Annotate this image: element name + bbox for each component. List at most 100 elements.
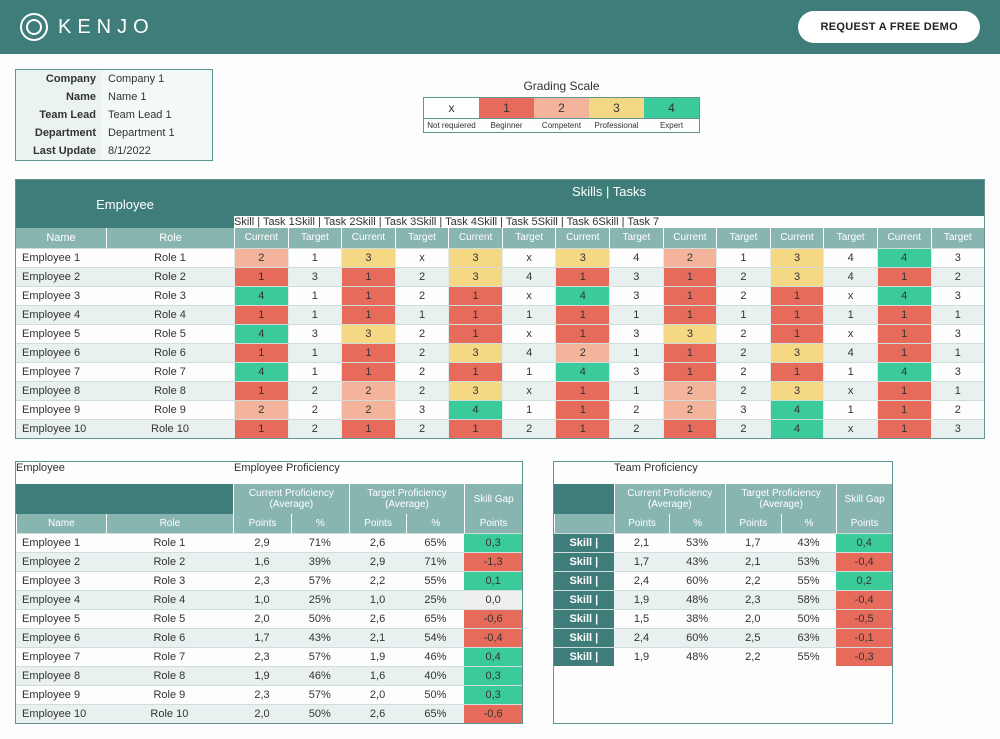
skill-cell: 3: [770, 344, 824, 362]
grading-label: Competent: [534, 118, 589, 132]
skill-cell: 4: [502, 344, 556, 362]
skill-cell: 2: [663, 382, 717, 400]
team-prof-col-header: Points: [614, 514, 670, 533]
skill-cell: 3: [609, 363, 663, 381]
skill-cell: 1: [341, 363, 395, 381]
emp-prof-gap: -1,3: [464, 553, 522, 571]
emp-prof-cpct: 50%: [291, 705, 349, 723]
emp-prof-name: Employee 6: [16, 629, 106, 647]
employee-name: Employee 6: [16, 344, 106, 362]
skill-cell: 1: [823, 401, 877, 419]
skill-cell: 4: [234, 363, 288, 381]
team-prof-col-header: Points: [725, 514, 781, 533]
skill-sub-header: Target: [502, 228, 556, 248]
grading-label: Professional: [589, 118, 644, 132]
emp-prof-tp: 2,2: [349, 572, 407, 590]
skill-cell: 1: [931, 382, 985, 400]
team-prof-cpct: 48%: [669, 591, 725, 609]
skill-cell: 2: [395, 363, 449, 381]
brand-logo: KENJO: [20, 13, 155, 41]
emp-prof-row: Employee 1Role 12,971%2,665%0,3: [16, 533, 522, 552]
emp-prof-cp: 2,0: [233, 610, 291, 628]
emp-prof-cpct: 25%: [291, 591, 349, 609]
grading-title: Grading Scale: [423, 79, 700, 93]
skill-cell: x: [502, 382, 556, 400]
employee-role: Role 7: [106, 363, 234, 381]
skill-cell: 3: [716, 401, 770, 419]
role-header: Role: [106, 228, 234, 248]
skill-cell: 1: [663, 363, 717, 381]
emp-prof-group-target: Target Proficiency (Average): [349, 484, 465, 514]
emp-prof-gap: -0,6: [464, 610, 522, 628]
team-prof-row: Skill |1,538%2,050%-0,5: [554, 609, 892, 628]
team-prof-gap: -0,3: [836, 648, 892, 666]
skill-cell: 1: [770, 287, 824, 305]
skill-cell: 1: [555, 401, 609, 419]
skill-cell: 1: [555, 268, 609, 286]
team-prof-tp: 2,5: [725, 629, 781, 647]
emp-prof-row: Employee 4Role 41,025%1,025%0,0: [16, 590, 522, 609]
emp-prof-group-current: Current Proficiency (Average): [233, 484, 349, 514]
emp-prof-cpct: 46%: [291, 667, 349, 685]
emp-prof-gap: 0,1: [464, 572, 522, 590]
emp-prof-col-header: Role: [106, 514, 233, 533]
meta-value-teamlead: Team Lead 1: [102, 106, 212, 124]
team-prof-skill-label: Skill |: [554, 629, 614, 647]
skill-cell: 4: [877, 363, 931, 381]
skill-cell: 1: [877, 420, 931, 438]
team-prof-cpct: 43%: [669, 553, 725, 571]
emp-prof-tp: 1,0: [349, 591, 407, 609]
team-prof-cpct: 60%: [669, 572, 725, 590]
skill-sub-header: Target: [823, 228, 877, 248]
emp-prof-role: Role 9: [106, 686, 233, 704]
meta-value-lastupdate: 8/1/2022: [102, 142, 212, 160]
skill-cell: 3: [448, 344, 502, 362]
emp-prof-cp: 2,0: [233, 705, 291, 723]
topbar: KENJO REQUEST A FREE DEMO: [0, 0, 1000, 54]
skill-cell: 1: [877, 382, 931, 400]
employee-role: Role 2: [106, 268, 234, 286]
team-prof-gap: -0,4: [836, 591, 892, 609]
skill-sub-header: Current: [770, 228, 824, 248]
emp-prof-name: Employee 10: [16, 705, 106, 723]
team-prof-tp: 2,3: [725, 591, 781, 609]
skill-cell: 3: [663, 325, 717, 343]
skill-cell: 1: [877, 401, 931, 419]
emp-prof-cp: 1,7: [233, 629, 291, 647]
team-prof-skill-label: Skill |: [554, 553, 614, 571]
team-prof-group-current: Current Proficiency (Average): [614, 484, 725, 514]
meta-value-name: Name 1: [102, 88, 212, 106]
skill-row: Employee 8Role 812223x11223x11: [16, 381, 984, 400]
skill-cell: 3: [609, 325, 663, 343]
emp-prof-gap: -0,4: [464, 629, 522, 647]
employee-name: Employee 1: [16, 249, 106, 267]
skill-cell: 1: [502, 363, 556, 381]
skill-cell: 3: [288, 325, 342, 343]
skill-cell: 4: [877, 287, 931, 305]
skill-cell: 2: [663, 249, 717, 267]
grading-num: 4: [644, 98, 699, 118]
emp-prof-cp: 1,9: [233, 667, 291, 685]
team-prof-skill-label: Skill |: [554, 648, 614, 666]
skill-cell: 3: [770, 382, 824, 400]
skill-cell: 1: [288, 344, 342, 362]
emp-prof-gap: 0,3: [464, 686, 522, 704]
skill-cell: 1: [609, 344, 663, 362]
team-prof-cp: 2,4: [614, 629, 670, 647]
employee-name: Employee 3: [16, 287, 106, 305]
skill-cell: 1: [288, 306, 342, 324]
skill-cell: 2: [609, 420, 663, 438]
employee-name: Employee 10: [16, 420, 106, 438]
emp-prof-tpct: 65%: [406, 610, 464, 628]
emp-prof-tp: 2,6: [349, 534, 407, 552]
skill-cell: 2: [395, 268, 449, 286]
skill-column-header: Skill | Task 2: [295, 216, 356, 228]
emp-prof-row: Employee 2Role 21,639%2,971%-1,3: [16, 552, 522, 571]
request-demo-button[interactable]: REQUEST A FREE DEMO: [798, 11, 980, 43]
skill-cell: 4: [555, 363, 609, 381]
name-header: Name: [16, 228, 106, 248]
skill-column-header: Skill | Task 7: [598, 216, 659, 228]
grading-label: Beginner: [479, 118, 534, 132]
skill-sub-header: Target: [288, 228, 342, 248]
skill-cell: 1: [234, 382, 288, 400]
